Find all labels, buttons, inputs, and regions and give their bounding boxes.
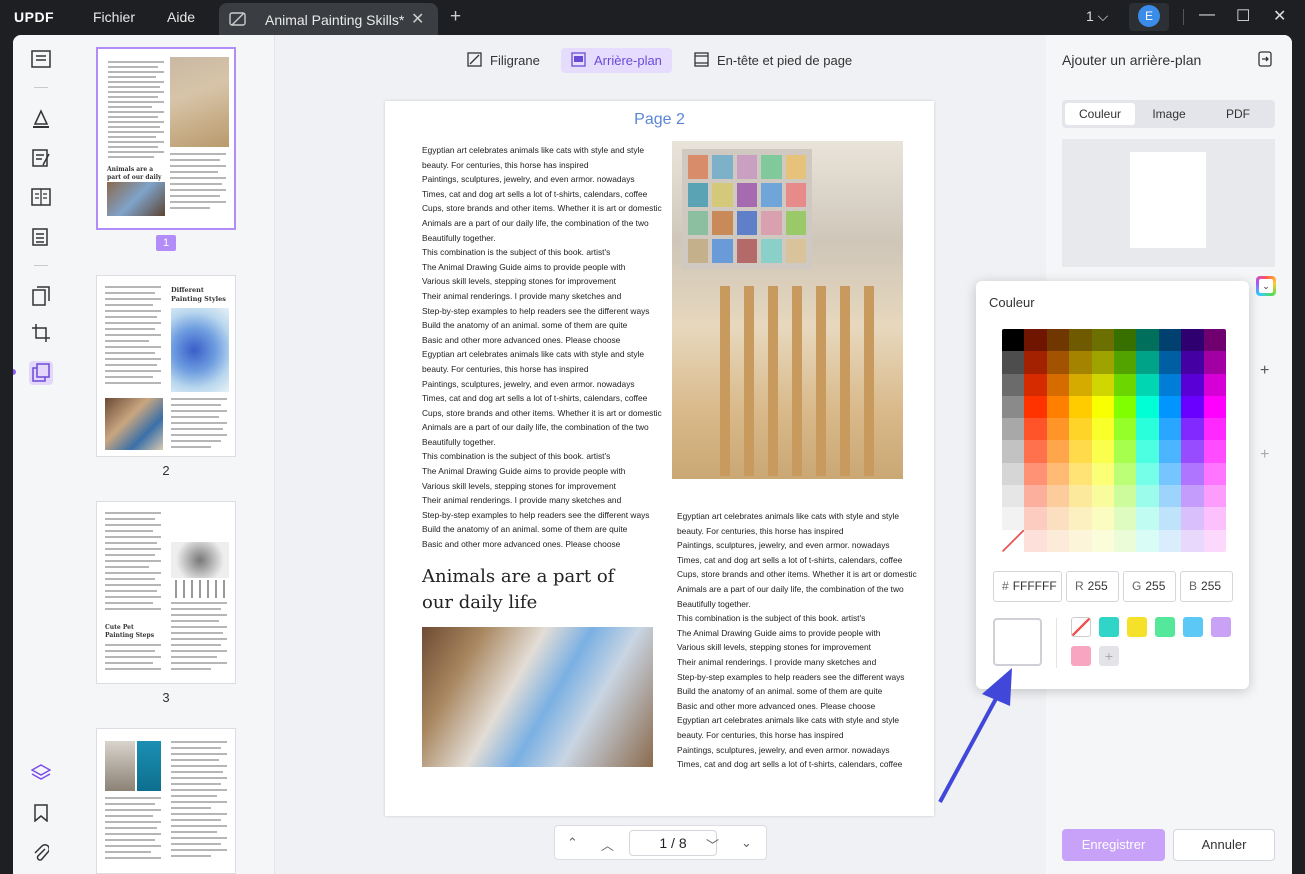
thumb-3-heading: Cute Pet Painting Steps	[105, 624, 155, 639]
color-popup: Couleur # FFFFFF R 255 G 255 B 255 +	[976, 281, 1249, 689]
thumbnail-page-4[interactable]	[96, 728, 236, 874]
background-button[interactable]: Arrière-plan	[561, 48, 672, 73]
close-tab-icon[interactable]: ✕	[411, 9, 424, 29]
thumbnail-page-1[interactable]: Animals are a part of our daily life	[96, 47, 236, 230]
green-input[interactable]: G 255	[1123, 571, 1176, 602]
cancel-button[interactable]: Annuler	[1173, 829, 1275, 861]
watermark-button[interactable]: Filigrane	[457, 48, 550, 73]
save-button[interactable]: Enregistrer	[1062, 829, 1165, 861]
add-icon[interactable]: +	[1260, 362, 1269, 380]
thumbnail-page-3[interactable]: Cute Pet Painting Steps	[96, 501, 236, 684]
edit-document-icon	[229, 11, 247, 32]
attachment-icon[interactable]	[29, 841, 53, 865]
preset-swatch-2[interactable]	[1127, 617, 1147, 637]
page-layout-icon[interactable]	[29, 185, 53, 209]
tab-pdf[interactable]: PDF	[1203, 103, 1273, 125]
next-page-icon[interactable]: ﹀	[706, 835, 719, 854]
user-avatar[interactable]: E	[1138, 5, 1160, 27]
add-icon-disabled[interactable]: +	[1260, 446, 1269, 464]
last-page-icon[interactable]: ⌄	[741, 835, 752, 851]
blue-input[interactable]: B 255	[1180, 571, 1233, 602]
popup-title: Couleur	[989, 295, 1035, 310]
color-picker-toggle-icon[interactable]: ⌄	[1256, 276, 1276, 296]
left-toolbar	[13, 35, 70, 874]
tab-couleur[interactable]: Couleur	[1065, 103, 1135, 125]
background-icon	[571, 51, 586, 70]
first-page-icon[interactable]: ⌃	[567, 835, 578, 851]
previous-page-icon[interactable]: ︿	[601, 835, 614, 854]
reader-icon[interactable]	[29, 47, 53, 71]
thumbnail-panel: Animals are a part of our daily life 1 D…	[70, 35, 275, 874]
source-tabs: Couleur Image PDF	[1062, 100, 1275, 128]
tab-title: Animal Painting Skills*	[265, 12, 405, 28]
layers-icon[interactable]	[29, 761, 53, 785]
document-tab[interactable]: Animal Painting Skills* ✕	[219, 3, 438, 35]
form-icon[interactable]	[29, 225, 53, 249]
header-footer-button[interactable]: En-tête et pied de page	[684, 48, 862, 73]
preset-swatch-4[interactable]	[1183, 617, 1203, 637]
section-heading: Animals are a part of our daily life	[422, 566, 615, 613]
preset-swatch-3[interactable]	[1155, 617, 1175, 637]
page-title: Page 2	[634, 111, 685, 128]
window-count-dropdown[interactable]: 1 ⌵	[1086, 8, 1108, 25]
maximize-icon[interactable]: ☐	[1236, 6, 1250, 26]
header-footer-icon	[694, 51, 709, 70]
edit-pdf-icon[interactable]	[29, 146, 53, 170]
preset-swatch-5[interactable]	[1211, 617, 1231, 637]
hex-input[interactable]: # FFFFFF	[993, 571, 1062, 602]
thumbnail-page-2[interactable]: Different Painting Styles	[96, 275, 236, 457]
text-column-right: Egyptian art celebrates animals like cat…	[677, 511, 917, 770]
add-custom-color-icon[interactable]: +	[1099, 646, 1119, 666]
page-number-input[interactable]: 1 / 8	[629, 830, 717, 856]
new-tab-icon[interactable]: +	[450, 6, 461, 28]
thumb-2-heading: Different Painting Styles	[171, 286, 226, 303]
painting-photo	[422, 627, 653, 767]
comment-icon[interactable]	[29, 106, 53, 130]
watermark-icon	[467, 51, 482, 70]
color-grid[interactable]	[1002, 329, 1226, 552]
text-column-left: Egyptian art celebrates animals like cat…	[422, 145, 662, 550]
thumbnail-label-2: 2	[162, 463, 170, 478]
close-window-icon[interactable]: ✕	[1273, 6, 1286, 26]
no-color-swatch[interactable]	[1071, 617, 1091, 637]
menu-fichier[interactable]: Fichier	[93, 9, 135, 25]
preset-swatch-1[interactable]	[1099, 617, 1119, 637]
red-input[interactable]: R 255	[1066, 571, 1119, 602]
menu-aide[interactable]: Aide	[167, 9, 195, 25]
brushes-photo	[672, 141, 903, 479]
crop-icon[interactable]	[29, 321, 53, 345]
title-bar: UPDF Fichier Aide Animal Painting Skills…	[0, 0, 1305, 35]
active-indicator	[13, 369, 16, 375]
panel-title: Ajouter un arrière-plan	[1062, 52, 1202, 68]
page-navigator: ⌃ ︿ 1 / 8 ﹀ ⌄	[554, 825, 767, 860]
thumbnail-label-1: 1	[156, 235, 176, 251]
preset-swatch-6[interactable]	[1071, 646, 1091, 666]
pointer-arrow-icon	[938, 668, 1012, 803]
bookmark-icon[interactable]	[29, 801, 53, 825]
selected-color-swatch	[993, 618, 1042, 666]
document-page: Page 2 Egyptian art celebrates animals l…	[385, 101, 934, 816]
page-tools-icon[interactable]	[29, 361, 53, 385]
organize-pages-icon[interactable]	[29, 284, 53, 308]
app-logo: UPDF	[14, 9, 55, 25]
background-preview	[1062, 139, 1275, 267]
minimize-icon[interactable]: —	[1199, 6, 1215, 24]
preview-page	[1130, 152, 1206, 248]
export-icon[interactable]	[1257, 51, 1273, 72]
tab-image[interactable]: Image	[1134, 103, 1204, 125]
thumbnail-label-3: 3	[162, 690, 170, 705]
